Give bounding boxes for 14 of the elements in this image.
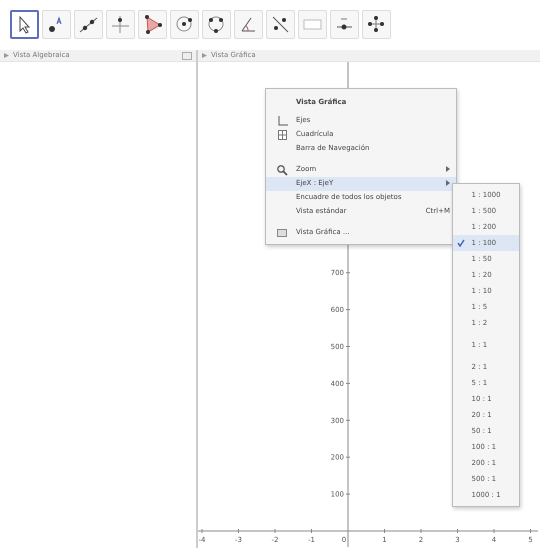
grid-icon xyxy=(276,128,288,140)
zoom-icon xyxy=(276,164,288,176)
submenu-arrow-icon xyxy=(446,180,450,186)
submenu-arrow-icon xyxy=(446,166,450,172)
tool-button[interactable] xyxy=(10,10,39,39)
window-icon xyxy=(276,226,288,238)
move-view-icon xyxy=(366,14,387,35)
reflect-icon xyxy=(270,14,291,35)
collapse-icon xyxy=(4,53,9,58)
triangle-icon xyxy=(142,14,163,35)
check-icon xyxy=(457,238,465,247)
perpendicular-icon xyxy=(110,14,131,35)
collapse-icon xyxy=(202,53,207,58)
axes-icon xyxy=(276,114,288,126)
